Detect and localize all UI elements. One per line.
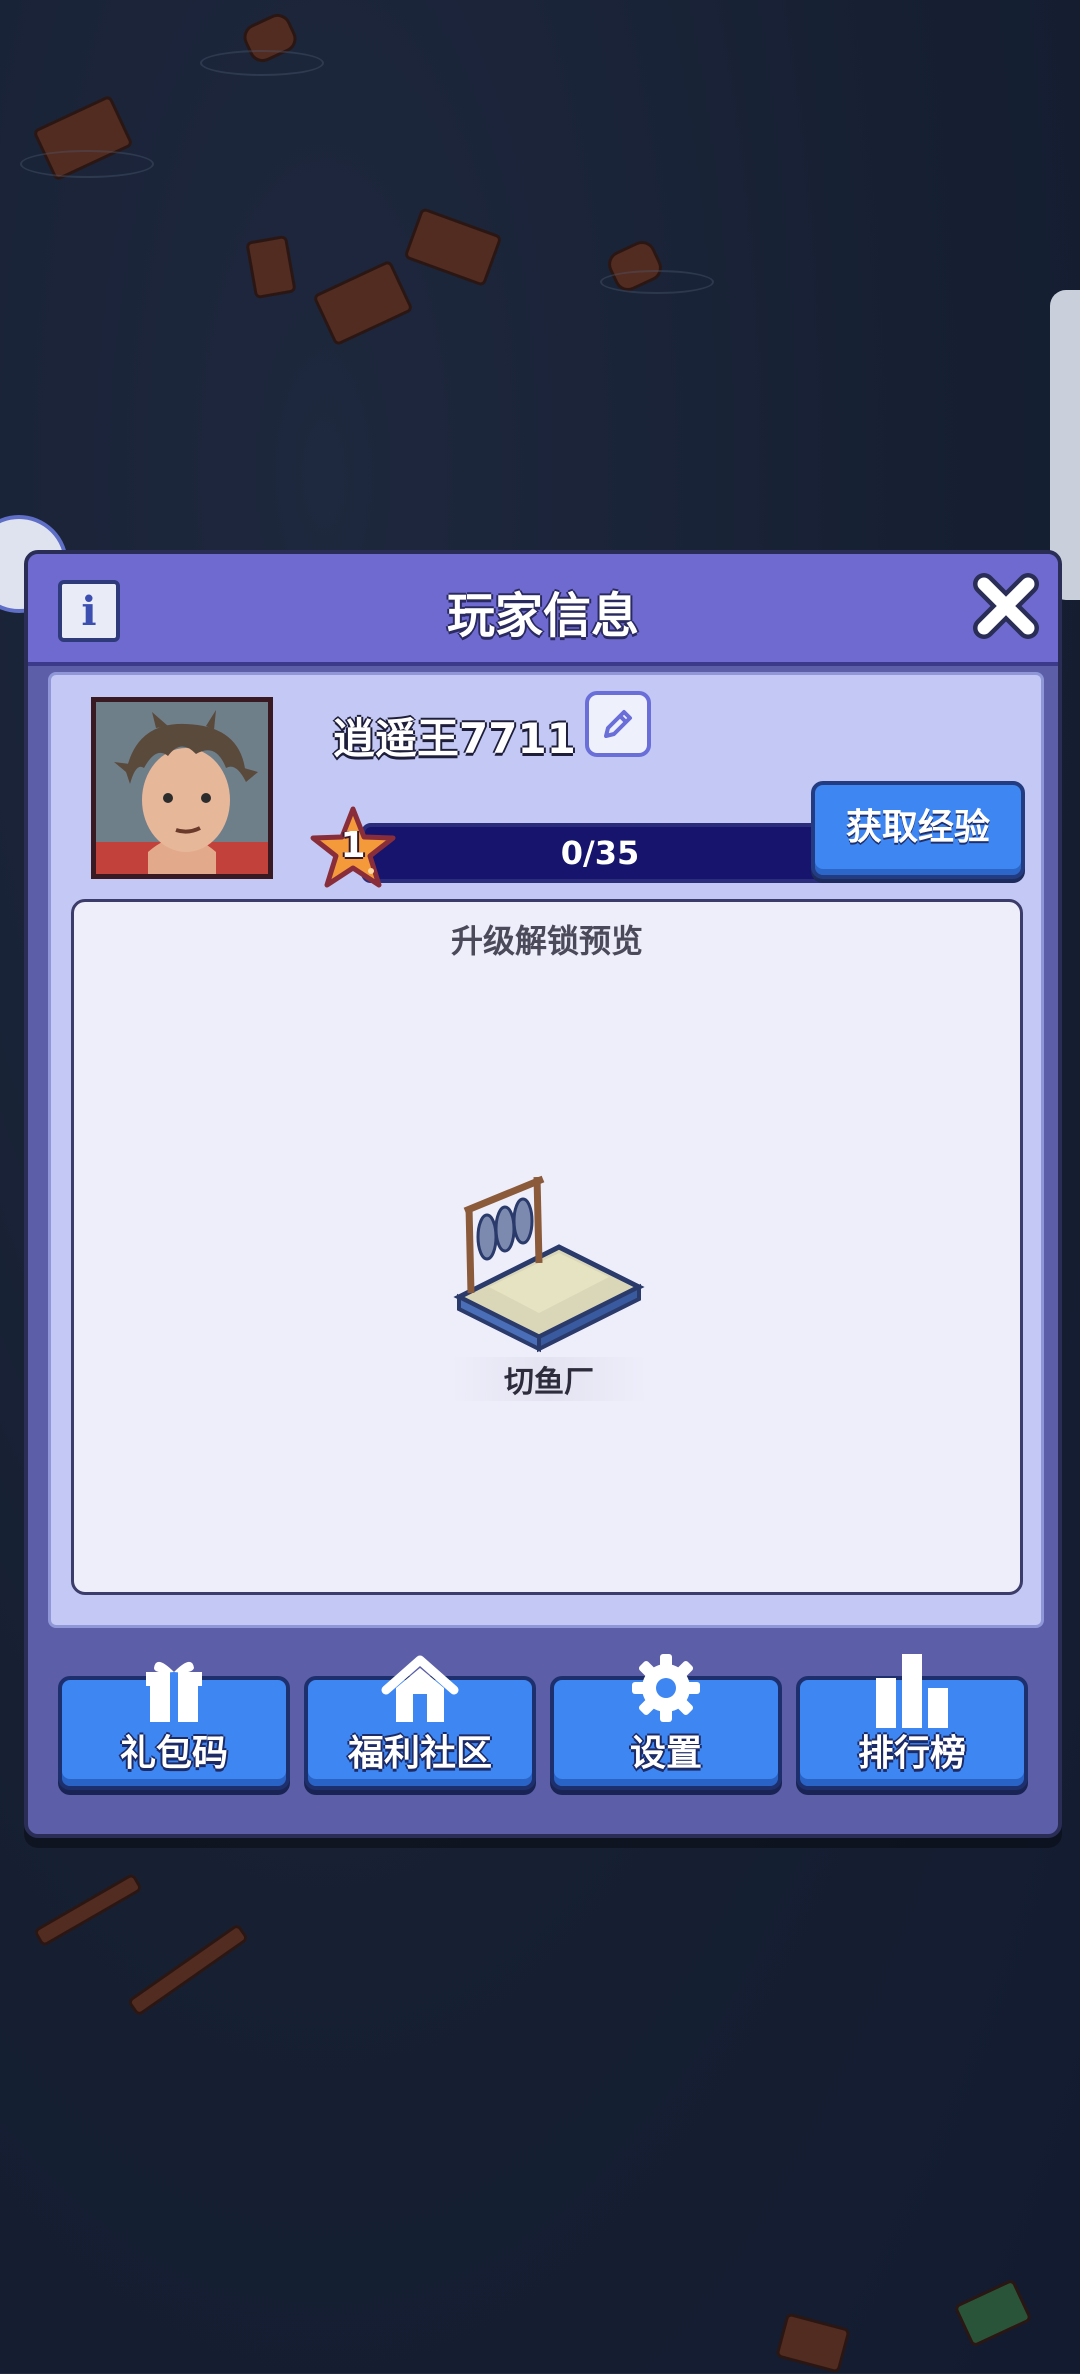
edit-name-button[interactable] <box>585 691 651 757</box>
unlock-preview-box: 升级解锁预览 切鱼厂 <box>71 899 1023 1595</box>
get-exp-button[interactable]: 获取经验 <box>811 781 1025 879</box>
pencil-icon <box>604 710 632 738</box>
gift-code-label: 礼包码 <box>119 1733 228 1774</box>
leaderboard-label: 排行榜 <box>857 1733 966 1774</box>
avatar[interactable] <box>91 697 273 879</box>
fish-cutting-factory-icon <box>453 1175 645 1353</box>
close-button[interactable] <box>970 570 1042 642</box>
close-icon <box>973 573 1039 639</box>
settings-button[interactable]: 设置 <box>550 1654 782 1790</box>
unlock-item-name: 切鱼厂 <box>449 1357 649 1401</box>
player-portrait-icon <box>96 702 268 874</box>
gift-icon <box>146 1661 202 1722</box>
xp-progress-bar: 0/35 <box>361 823 839 883</box>
preview-title: 升级解锁预览 <box>450 922 643 960</box>
player-name: 逍遥王7711 <box>333 714 576 763</box>
unlock-item-card[interactable]: 切鱼厂 <box>449 1167 649 1401</box>
panel-header: i 玩家信息 <box>28 554 1058 666</box>
player-info-panel: i 玩家信息 逍遥王7711 0/35 1 获取经验 升级解锁预览 切鱼厂 礼包… <box>24 550 1062 1838</box>
settings-label: 设置 <box>629 1733 702 1774</box>
player-level: 1 <box>340 825 366 866</box>
player-info-content: 逍遥王7711 0/35 1 获取经验 升级解锁预览 切鱼厂 <box>48 672 1044 1628</box>
community-button[interactable]: 福利社区 <box>304 1655 536 1790</box>
home-icon <box>381 1655 459 1722</box>
gear-icon <box>632 1654 700 1722</box>
gift-code-button[interactable]: 礼包码 <box>58 1661 290 1790</box>
bottom-button-row: 礼包码 福利社区 设置 排行榜 <box>58 1654 1028 1792</box>
community-label: 福利社区 <box>347 1733 492 1774</box>
leaderboard-button[interactable]: 排行榜 <box>796 1654 1028 1790</box>
xp-text: 0/35 <box>560 834 640 872</box>
panel-title: 玩家信息 <box>446 588 639 644</box>
leaderboard-icon <box>876 1654 948 1728</box>
